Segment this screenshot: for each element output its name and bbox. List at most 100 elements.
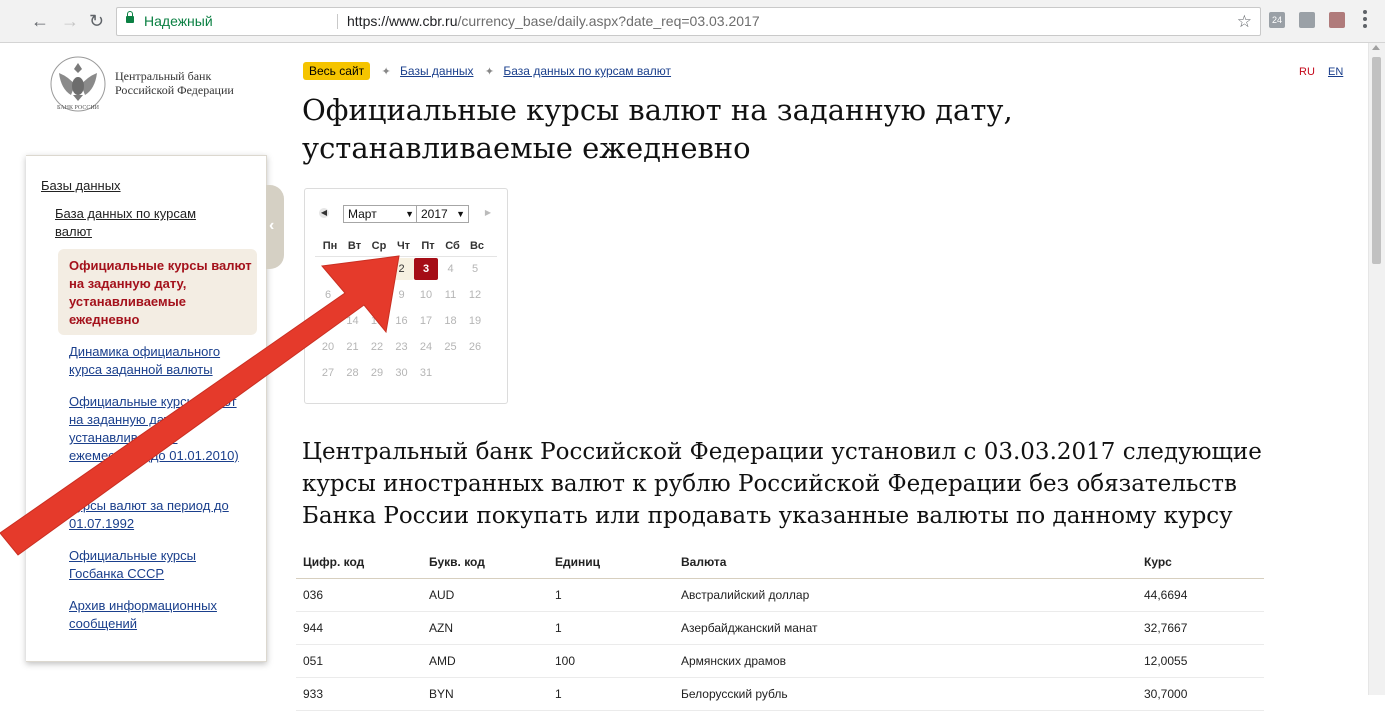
cell-units: 1 <box>555 588 562 602</box>
calendar-day: 19 <box>468 315 482 327</box>
weekday-header: Вт <box>347 240 362 252</box>
lang-en[interactable]: EN <box>1328 66 1343 78</box>
calendar-day: 12 <box>468 289 482 301</box>
bank-name-line1: Центральный банк <box>115 69 212 83</box>
sidebar-item-period[interactable]: Курсы валют за период до 01.07.1992 <box>69 497 254 533</box>
calendar-day: 22 <box>370 341 384 353</box>
url-text[interactable]: https://www.cbr.ru/currency_base/daily.a… <box>347 8 760 35</box>
extension-cast-icon[interactable] <box>1299 12 1315 28</box>
sidebar-item-archive[interactable]: Архив информационных сообщений <box>69 597 254 633</box>
browser-menu-icon[interactable] <box>1363 10 1367 31</box>
calendar-day: 15 <box>370 315 384 327</box>
cell-rate: 32,7667 <box>1144 621 1188 635</box>
dropdown-arrow-icon: ▼ <box>405 209 414 219</box>
col-header-num-code: Цифр. код <box>303 555 365 569</box>
bank-name-line2: Российской Федерации <box>115 83 234 97</box>
col-header-char-code: Букв. код <box>429 555 485 569</box>
calendar-day: 11 <box>444 289 457 301</box>
table-row: 036 AUD 1 Австралийский доллар 44,6694 <box>296 579 1264 612</box>
calendar-day: 25 <box>444 341 457 353</box>
sidebar-item-dynamics[interactable]: Динамика официального курса заданной вал… <box>69 343 254 379</box>
reload-button[interactable]: ↻ <box>89 11 104 31</box>
date-picker: ◀ Март ▼ 2017 ▼ ▶ Пн Вт Ср Чт Пт Сб Вс 123456789… <box>304 188 508 404</box>
breadcrumb-all-site[interactable]: Весь сайт <box>303 62 371 80</box>
col-header-units: Единиц <box>555 555 600 569</box>
table-row: 051 AMD 100 Армянских драмов 12,0055 <box>296 645 1264 678</box>
weekday-header: Сб <box>445 240 460 252</box>
lock-icon <box>126 11 134 23</box>
col-header-currency: Валюта <box>681 555 727 569</box>
weekday-header: Ср <box>371 240 387 252</box>
browser-toolbar: ← → ↻ Надежный https://www.cbr.ru/curren… <box>0 0 1385 43</box>
sidebar-item-databases[interactable]: Базы данных <box>41 177 121 195</box>
bookmark-star-icon[interactable]: ☆ <box>1237 8 1252 35</box>
lang-ru[interactable]: RU <box>1299 66 1315 78</box>
year-select[interactable]: 2017 ▼ <box>416 205 469 223</box>
forward-button[interactable]: → <box>61 11 79 31</box>
dropdown-arrow-icon: ▼ <box>456 209 465 219</box>
year-select-value: 2017 <box>421 207 448 221</box>
next-month-icon[interactable]: ▶ <box>483 208 493 218</box>
calendar-day: 30 <box>395 367 408 379</box>
sidebar-item-currency-db[interactable]: База данных по курсам валют <box>55 205 235 241</box>
cell-char-code: AUD <box>429 588 455 602</box>
calendar-divider <box>315 256 497 257</box>
extension-gift-icon[interactable] <box>1329 12 1345 28</box>
cell-num-code: 036 <box>303 588 324 602</box>
calendar-day: 20 <box>321 341 335 353</box>
cell-currency: Азербайджанский манат <box>681 621 818 635</box>
month-select-value: Март <box>348 207 377 221</box>
secure-label: Надежный <box>144 13 213 29</box>
logo-seal-text: БАНК РОССИИ <box>57 105 100 111</box>
table-row: 944 AZN 1 Азербайджанский манат 32,7667 <box>296 612 1264 645</box>
breadcrumb-separator: ✦ <box>381 66 391 78</box>
weekday-header: Пт <box>421 240 435 252</box>
calendar-day: 23 <box>395 341 408 353</box>
month-select[interactable]: Март ▼ <box>343 205 418 223</box>
extension-24-icon[interactable]: 24 <box>1269 12 1285 28</box>
rates-table: Цифр. код Букв. код Единиц Валюта Курс 0… <box>296 546 1264 711</box>
calendar-day: 13 <box>321 315 335 327</box>
address-bar[interactable]: Надежный https://www.cbr.ru/currency_bas… <box>116 7 1261 36</box>
calendar-day: 4 <box>447 263 454 275</box>
breadcrumb-currency-db[interactable]: База данных по курсам валют <box>503 64 671 78</box>
back-button[interactable]: ← <box>31 11 49 31</box>
prev-month-icon[interactable]: ◀ <box>319 208 329 218</box>
scrollbar-thumb[interactable] <box>1372 57 1381 264</box>
cell-currency: Австралийский доллар <box>681 588 810 602</box>
cell-char-code: AZN <box>429 621 453 635</box>
cell-num-code: 933 <box>303 687 324 701</box>
calendar-day: 16 <box>395 315 408 327</box>
calendar-day[interactable]: 1 <box>365 258 389 280</box>
calendar-day: 6 <box>324 289 332 301</box>
sidebar-item-gosbank[interactable]: Официальные курсы Госбанка СССР <box>69 547 254 583</box>
calendar-day[interactable]: 2 <box>389 258 414 280</box>
cell-num-code: 051 <box>303 654 324 668</box>
bank-eagle-logo-icon[interactable]: БАНК РОССИИ <box>49 55 107 113</box>
calendar-day: 21 <box>346 341 359 353</box>
cell-rate: 12,0055 <box>1144 654 1188 668</box>
cell-units: 1 <box>555 687 562 701</box>
chevron-left-icon: ‹ <box>269 217 275 234</box>
bank-name[interactable]: Центральный банк Российской Федерации <box>115 69 234 97</box>
scroll-up-icon[interactable] <box>1372 45 1380 50</box>
cell-rate: 30,7000 <box>1144 687 1188 701</box>
calendar-day: 14 <box>346 315 359 327</box>
url-path: /currency_base/daily.aspx?date_req=03.03… <box>457 13 760 29</box>
sidebar-item-active-label: Официальные курсы валют на заданную дату… <box>69 258 252 327</box>
sidebar-collapse-button[interactable]: ‹ <box>266 185 284 269</box>
calendar-day: 24 <box>419 341 433 353</box>
breadcrumb-databases[interactable]: Базы данных <box>400 64 473 78</box>
cell-char-code: BYN <box>429 687 454 701</box>
calendar-day: 5 <box>471 263 479 275</box>
calendar-day: 7 <box>349 289 356 301</box>
page-title: Официальные курсы валют на заданную дату… <box>302 93 1013 165</box>
weekday-header: Чт <box>396 240 411 252</box>
col-header-rate: Курс <box>1144 555 1172 569</box>
cell-char-code: AMD <box>429 654 456 668</box>
sidebar-item-monthly[interactable]: Официальные курсы валют на заданную дату… <box>69 393 254 465</box>
cell-units: 100 <box>555 654 576 668</box>
calendar-day-selected[interactable]: 3 <box>414 258 438 280</box>
calendar-day: 26 <box>468 341 482 353</box>
omnibox-divider <box>337 14 338 29</box>
